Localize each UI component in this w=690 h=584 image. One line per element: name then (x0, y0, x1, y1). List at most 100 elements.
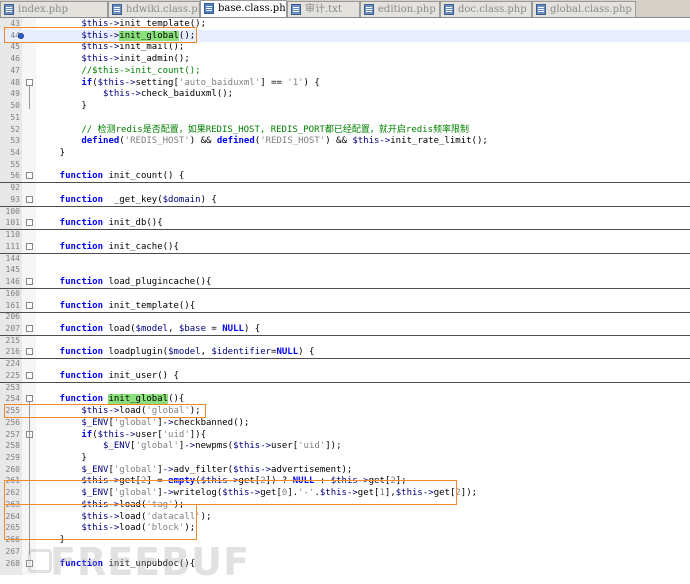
line-number: 258 (5, 441, 20, 451)
code-line[interactable]: 256 $_ENV['global']->checkbanned(); (0, 417, 690, 429)
line-number: 101 (5, 218, 20, 228)
fold-expand-icon[interactable] (26, 301, 33, 309)
code-token: ); (200, 511, 212, 522)
line-number: 267 (5, 546, 20, 556)
code-text: //$this->init_count(); (38, 65, 201, 77)
line-number: 260 (5, 464, 20, 474)
code-line[interactable]: 259 } (0, 452, 690, 464)
code-token: $this (97, 429, 125, 440)
code-line[interactable]: 258 $_ENV['global']->newpms($this->user[… (0, 440, 690, 452)
code-token: //$this->init_count(); (38, 65, 201, 76)
code-text: function init_db(){ (38, 217, 163, 229)
fold-collapse-icon[interactable] (26, 395, 33, 403)
fold-expand-icon[interactable] (26, 172, 33, 180)
line-number: 53 (10, 136, 20, 146)
code-token: NULL (222, 323, 244, 334)
code-token: ] == (260, 77, 288, 88)
fold-guide (29, 85, 30, 110)
line-number: 144 (5, 253, 20, 263)
line-number: 253 (5, 382, 20, 392)
line-number: 224 (5, 359, 20, 369)
code-token: $model (168, 347, 201, 358)
line-number: 160 (5, 288, 20, 298)
code-token: ) && (325, 136, 353, 147)
code-line[interactable]: 50 } (0, 100, 690, 112)
code-token: $this (352, 136, 380, 147)
code-token: 'uid' (298, 441, 326, 452)
code-line[interactable]: 47 //$this->init_count(); (0, 65, 690, 77)
tab-doc-class-php[interactable]: doc.class.php (440, 1, 532, 17)
tab-edition-php[interactable]: edition.php (360, 1, 440, 17)
code-text: if($this->user['uid']){ (38, 429, 206, 441)
fold-guide (29, 437, 30, 461)
tab-hdwiki-class-php[interactable]: hdwiki.class.php (108, 1, 200, 17)
fold-expand-icon[interactable] (26, 324, 33, 332)
line-number: 207 (5, 323, 20, 333)
file-icon (204, 3, 214, 14)
code-token: $_ENV (38, 441, 131, 452)
code-line[interactable]: 260 $_ENV['global']->adv_filter($this->a… (0, 464, 690, 476)
code-line[interactable]: 215 (0, 335, 690, 347)
code-token: ) { (200, 194, 217, 205)
code-line[interactable]: 46 $this->init_admin(); (0, 53, 690, 65)
code-text: function loadplugin($model, $identifier=… (38, 346, 315, 358)
code-text: function _get_key($domain) { (38, 194, 217, 206)
code-token: defined (216, 136, 255, 147)
code-token: '1' (287, 77, 304, 88)
code-line[interactable]: 253 (0, 382, 690, 394)
tab-index-php[interactable]: index.php (0, 1, 108, 17)
code-token: 'auto_baiduxml' (178, 77, 261, 88)
code-token: init_count() { (103, 171, 185, 182)
code-line[interactable]: 52 // 检测redis是否配置，如果REDIS_HOST, REDIS_PO… (0, 124, 690, 136)
code-token: = (206, 323, 223, 334)
line-number: 92 (10, 183, 20, 193)
fold-expand-icon[interactable] (26, 371, 33, 379)
code-text: } (38, 100, 86, 112)
fold-expand-icon[interactable] (26, 219, 33, 227)
line-number: 47 (10, 65, 20, 75)
code-line[interactable]: 54 } (0, 147, 690, 159)
code-line[interactable]: 49 $this->check_baiduxml(); (0, 88, 690, 100)
code-token: check_baiduxml(); (140, 89, 234, 100)
code-line[interactable]: 92 (0, 182, 690, 194)
code-token: 'global' (135, 441, 179, 452)
code-line[interactable]: 55 (0, 159, 690, 171)
fold-expand-icon[interactable] (26, 278, 33, 286)
code-token: init_rate_limit(); (390, 136, 488, 147)
line-number: 54 (10, 148, 20, 158)
watermark-logo-icon (28, 549, 52, 573)
code-line[interactable]: 145 (0, 264, 690, 276)
code-line[interactable]: 160 (0, 288, 690, 300)
fold-collapse-icon[interactable] (26, 78, 33, 86)
code-line[interactable]: 206 (0, 311, 690, 323)
file-icon (4, 4, 14, 15)
code-line[interactable]: 144 (0, 253, 690, 265)
fold-expand-icon[interactable] (26, 195, 33, 203)
code-line[interactable]: 45 $this->init_mail(); (0, 41, 690, 53)
code-line[interactable]: 224 (0, 358, 690, 370)
code-token: 'REDIS_HOST' (124, 136, 190, 147)
line-number: 146 (5, 277, 20, 287)
tab-global-class-php[interactable]: global.class.php (532, 1, 636, 17)
fold-expand-icon[interactable] (26, 242, 33, 250)
code-token: -> (108, 42, 120, 53)
fold-expand-icon[interactable] (26, 348, 33, 356)
file-icon (291, 4, 301, 15)
line-number: 50 (10, 101, 20, 111)
code-token: , (168, 323, 179, 334)
code-token: if (38, 429, 93, 440)
code-token: NULL (276, 347, 299, 358)
code-line[interactable]: 53 defined('REDIS_HOST') && defined('RED… (0, 135, 690, 147)
code-line[interactable]: 110 (0, 229, 690, 241)
code-line[interactable]: 257 if($this->user['uid']){ (0, 429, 690, 441)
code-line[interactable]: 48 if($this->setting['auto_baiduxml'] ==… (0, 77, 690, 89)
line-number: 48 (10, 77, 20, 87)
code-token: load( (103, 323, 136, 334)
tab-txt[interactable]: 审计.txt (287, 1, 360, 17)
code-editor[interactable]: 43 $this->init_template(); 44 $this->init… (0, 18, 690, 584)
code-line[interactable]: 100 (0, 206, 690, 218)
code-token: ]){ (189, 429, 206, 440)
code-token: checkbanned(); (173, 417, 250, 428)
tab-base-class-php[interactable]: base.class.php (200, 0, 287, 17)
code-line[interactable]: 51 (0, 112, 690, 124)
